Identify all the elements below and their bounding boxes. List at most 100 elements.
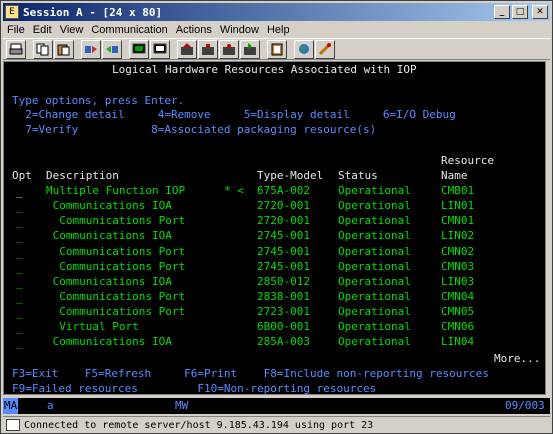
opt-input-6[interactable]: _ [16,261,23,275]
status-bar: Connected to remote server/host 9.185.43… [3,416,550,433]
title-bar[interactable]: E Session A - [24 x 80] _ □ ✕ [3,3,550,21]
opt-input-5[interactable]: _ [16,246,23,260]
stop-icon[interactable] [219,39,239,59]
row-7-name: LIN03 [441,275,475,288]
opt-input-11[interactable]: _ [16,336,23,350]
row-10-status: Operational [338,320,411,333]
row-4-name: LIN02 [441,229,475,242]
row-3-type: 2720-001 [257,214,310,227]
menu-edit[interactable]: Edit [29,24,56,36]
monitor-icon[interactable] [150,39,170,59]
options-line-2: 7=Verify 8=Associated packaging resource… [12,123,377,136]
row-1-description: Multiple Function IOP [46,184,186,197]
oia-mw: MW [175,399,189,412]
row-3-name: CMN01 [441,214,475,227]
opt-input-10[interactable]: _ [16,321,23,335]
receive-icon[interactable] [102,39,122,59]
display-icon[interactable] [129,39,149,59]
col-header-status: Status [338,169,378,182]
opt-input-4[interactable]: _ [16,230,23,244]
row-8-name: CMN04 [441,290,475,303]
status-text: Connected to remote server/host 9.185.43… [24,419,374,431]
row-11-name: LIN04 [441,335,475,348]
row-8-description: Communications Port [46,290,186,303]
row-2-status: Operational [338,199,411,212]
menu-file[interactable]: File [3,24,29,36]
screen-title: Logical Hardware Resources Associated wi… [112,63,417,76]
row-3-description: Communications Port [46,214,186,227]
row-9-status: Operational [338,305,411,318]
macro-icon[interactable] [177,39,197,59]
col-header-opt: Opt [12,169,32,182]
more-indicator: More... [494,352,541,365]
minimize-button[interactable]: _ [494,5,510,19]
terminal-screen[interactable]: Logical Hardware Resources Associated wi… [3,61,546,395]
menu-view[interactable]: View [56,24,88,36]
record-icon[interactable] [198,39,218,59]
row-8-type: 2838-001 [257,290,310,303]
connection-icon [6,419,20,431]
copy-icon[interactable] [33,39,53,59]
row-5-status: Operational [338,245,411,258]
row-11-status: Operational [338,335,411,348]
row-7-type: 2850-012 [257,275,310,288]
function-keys-line-2: F9=Failed resources F10=Non-reporting re… [12,382,377,395]
type-options-prompt: Type options, press Enter. [12,94,185,107]
row-5-name: CMN02 [441,245,475,258]
print-icon[interactable] [6,39,26,59]
row-5-type: 2745-001 [257,245,310,258]
menu-window[interactable]: Window [216,24,263,36]
maximize-button[interactable]: □ [512,5,528,19]
operator-info-area: MA a MW 09/003 [3,398,550,414]
scrollbar[interactable] [546,61,552,395]
row-10-type: 6B00-001 [257,320,310,333]
col-header-description: Description [46,169,119,182]
settings-icon[interactable] [315,39,335,59]
opt-input-1[interactable]: _ [16,185,23,199]
opt-input-3[interactable]: _ [16,215,23,229]
cursor-position: 09/003 [505,399,545,412]
send-icon[interactable] [81,39,101,59]
row-7-status: Operational [338,275,411,288]
row-4-type: 2745-001 [257,229,310,242]
app-icon[interactable]: E [5,5,19,19]
emulator-window: E Session A - [24 x 80] _ □ ✕ File Edit … [0,0,553,434]
toolbar [3,38,550,60]
function-keys-line-1: F3=Exit F5=Refresh F6=Print F8=Include n… [12,367,489,380]
row-4-status: Operational [338,229,411,242]
menu-bar: File Edit View Communication Actions Win… [3,22,550,38]
opt-input-9[interactable]: _ [16,306,23,320]
row-1-name: CMB01 [441,184,475,197]
globe-icon[interactable] [294,39,314,59]
window-controls: _ □ ✕ [494,5,548,19]
row-6-name: CMN03 [441,260,475,273]
row-10-description: Virtual Port [46,320,139,333]
row-11-type: 285A-003 [257,335,310,348]
menu-actions[interactable]: Actions [172,24,216,36]
row-2-type: 2720-001 [257,199,310,212]
row-6-type: 2745-001 [257,260,310,273]
row-1-marker: * < [224,184,244,197]
row-2-name: LIN01 [441,199,475,212]
row-9-description: Communications Port [46,305,186,318]
play-icon[interactable] [240,39,260,59]
row-9-name: CMN05 [441,305,475,318]
opt-input-2[interactable]: _ [16,200,23,214]
row-1-status: Operational [338,184,411,197]
clipboard-icon[interactable] [267,39,287,59]
paste-icon[interactable] [54,39,74,59]
opt-input-8[interactable]: _ [16,291,23,305]
opt-input-7[interactable]: _ [16,276,23,290]
col-header-resource: Resource [441,154,494,167]
row-8-status: Operational [338,290,411,303]
menu-help[interactable]: Help [263,24,294,36]
row-6-description: Communications Port [46,260,186,273]
options-line-1: 2=Change detail 4=Remove 5=Display detai… [12,108,456,121]
window-title: Session A - [24 x 80] [23,5,163,19]
row-2-description: Communications IOA [46,199,172,212]
row-4-description: Communications IOA [46,229,172,242]
menu-communication[interactable]: Communication [87,24,171,36]
close-button[interactable]: ✕ [532,5,548,19]
row-10-name: CMN06 [441,320,475,333]
oia-ma: MA [3,398,19,414]
